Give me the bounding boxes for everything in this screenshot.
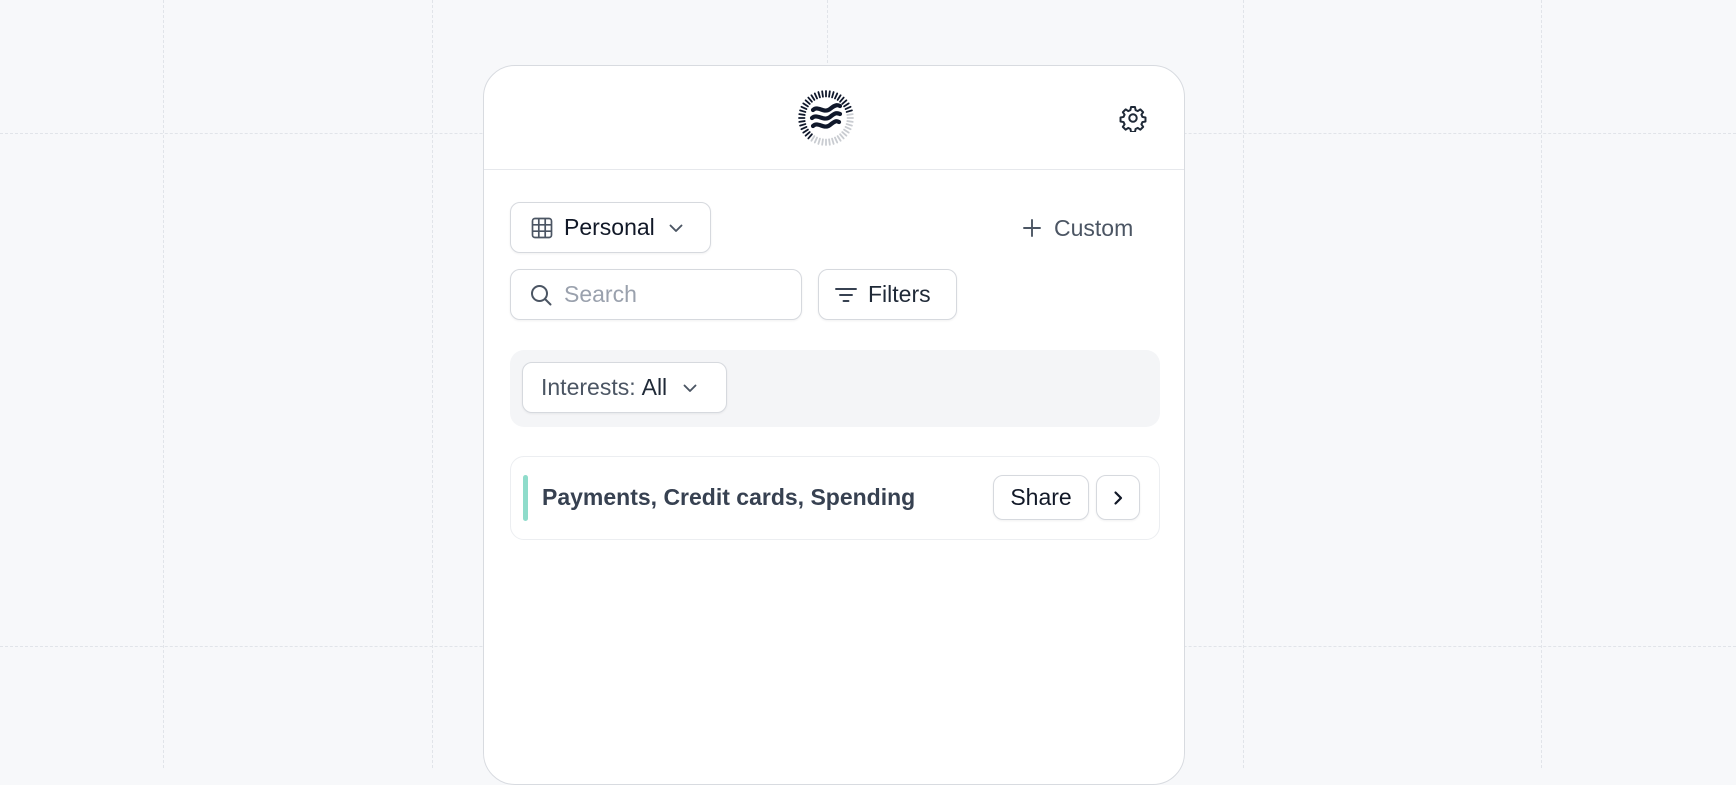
interests-dropdown-prefix: Interests: [541, 374, 636, 400]
search-input[interactable] [564, 281, 784, 308]
list-item-accent-bar [523, 475, 528, 521]
chevron-right-icon [1114, 490, 1123, 505]
custom-button-label: Custom [1054, 214, 1134, 241]
chevron-down-icon [669, 224, 683, 232]
grid-icon [531, 217, 553, 238]
filter-bar: Interests: All [510, 350, 1160, 427]
grid-line [432, 0, 433, 768]
interests-dropdown-value: All [641, 374, 668, 400]
list-item-title: Payments, Credit cards, Spending [542, 484, 916, 510]
add-custom-button[interactable]: Custom [1021, 209, 1133, 247]
filters-button-label: Filters [868, 281, 931, 307]
grid-line [163, 0, 164, 768]
gear-icon [1119, 106, 1147, 132]
open-item-button[interactable] [1096, 475, 1140, 520]
view-selector-dropdown[interactable]: Personal [510, 202, 711, 253]
list-item[interactable]: Payments, Credit cards, Spending Share [510, 456, 1160, 540]
grid-line [1541, 0, 1542, 768]
share-button-label: Share [1010, 484, 1072, 510]
search-icon [531, 284, 552, 305]
grid-line [1243, 0, 1244, 768]
search-box[interactable] [510, 269, 802, 320]
wave-seal-logo-icon [797, 89, 855, 147]
view-selector-label: Personal [564, 214, 655, 240]
plus-icon [1023, 219, 1041, 237]
chevron-down-icon [683, 384, 697, 392]
filters-button[interactable]: Filters [818, 269, 957, 320]
filter-lines-icon [835, 287, 857, 302]
settings-button[interactable] [1118, 103, 1148, 133]
interests-dropdown[interactable]: Interests: All [522, 362, 727, 413]
main-panel: Personal Custom Filters Interests: [483, 65, 1185, 785]
panel-header [484, 66, 1184, 170]
share-button[interactable]: Share [993, 475, 1089, 520]
